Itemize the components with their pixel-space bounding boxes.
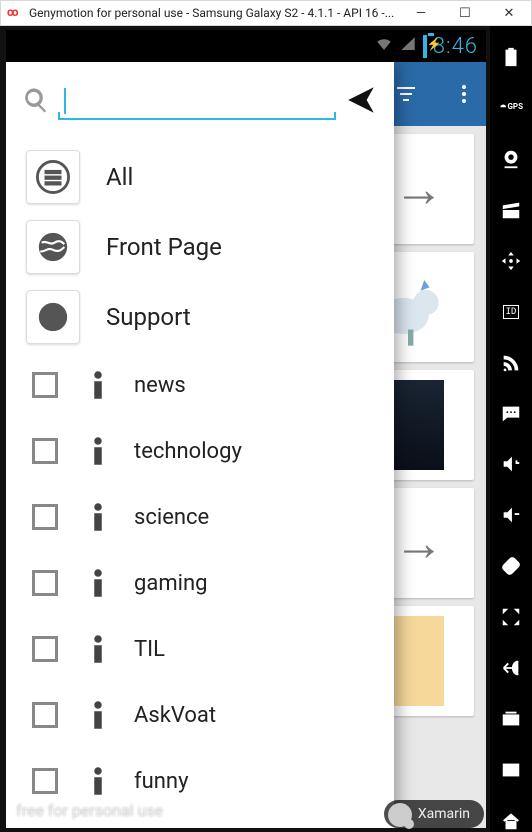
emulator-controls-rail: GPS ID <box>490 26 532 832</box>
id-icon[interactable]: ID <box>499 300 523 323</box>
drawer-item-label: funny <box>134 769 188 794</box>
window-minimize-button[interactable]: — <box>399 0 443 26</box>
drawer-item-label: Support <box>106 303 191 331</box>
checkbox[interactable] <box>32 504 58 530</box>
drawer-item-label: technology <box>134 439 242 464</box>
genymotion-icon: oo <box>7 5 23 21</box>
volume-up-icon[interactable] <box>499 453 523 476</box>
checkbox[interactable] <box>32 372 58 398</box>
drawer-item-label: AskVoat <box>134 703 216 728</box>
grid-icon <box>26 150 80 204</box>
window-titlebar: oo Genymotion for personal use - Samsung… <box>0 0 532 26</box>
dpad-icon[interactable] <box>499 250 523 273</box>
gps-icon[interactable]: GPS <box>499 97 523 120</box>
info-icon <box>88 436 108 466</box>
checkbox[interactable] <box>32 636 58 662</box>
checkbox[interactable] <box>32 768 58 794</box>
navigation-drawer: All Front Page Support news <box>6 62 394 828</box>
checkbox[interactable] <box>32 438 58 464</box>
drawer-item[interactable]: technology <box>6 418 394 484</box>
drawer-item-label: news <box>134 373 186 398</box>
android-back-icon[interactable] <box>499 657 523 680</box>
drawer-item[interactable]: TIL <box>6 616 394 682</box>
arrow-right-icon: → <box>394 160 444 219</box>
wheel-icon <box>26 290 80 344</box>
drawer-item[interactable]: gaming <box>6 550 394 616</box>
rotate-icon[interactable] <box>499 555 523 578</box>
info-icon <box>88 502 108 532</box>
battery-charging-icon: ⚡ <box>423 37 427 56</box>
drawer-item-label: TIL <box>134 637 165 662</box>
android-home-icon[interactable] <box>499 809 523 832</box>
android-multiwindow-icon[interactable] <box>499 758 523 781</box>
fullscreen-icon[interactable] <box>499 606 523 629</box>
drawer-item[interactable]: news <box>6 352 394 418</box>
battery-icon[interactable] <box>499 46 523 69</box>
webcam-icon[interactable] <box>499 148 523 171</box>
xamarin-badge: Xamarin <box>384 800 484 828</box>
info-icon <box>88 766 108 796</box>
android-recent-icon[interactable] <box>499 707 523 730</box>
window-title: Genymotion for personal use - Samsung Ga… <box>29 6 399 20</box>
search-icon <box>22 86 50 118</box>
volume-down-icon[interactable] <box>499 504 523 527</box>
drawer-list: All Front Page Support news <box>6 142 394 828</box>
wifi-icon <box>375 35 393 57</box>
globe-icon <box>26 220 80 274</box>
search-field-wrapper <box>58 80 336 124</box>
phone-screen: ⚡ 8:46 → → <box>6 30 486 828</box>
checkbox[interactable] <box>32 570 58 596</box>
clapper-icon[interactable] <box>499 199 523 222</box>
arrow-right-icon: → <box>394 514 444 573</box>
signal-icon <box>399 35 417 57</box>
filter-icon[interactable] <box>392 80 420 108</box>
search-row <box>6 62 394 142</box>
badge-label: Xamarin <box>418 806 470 822</box>
android-statusbar: ⚡ 8:46 <box>6 30 486 62</box>
drawer-item[interactable]: AskVoat <box>6 682 394 748</box>
info-icon <box>88 568 108 598</box>
drawer-item-label: gaming <box>134 571 207 596</box>
watermark-text: free for personal use <box>16 801 163 820</box>
input-underline <box>58 118 336 120</box>
checkbox[interactable] <box>32 702 58 728</box>
info-icon <box>88 634 108 664</box>
info-icon <box>88 700 108 730</box>
info-icon <box>88 370 108 400</box>
drawer-top-item-frontpage[interactable]: Front Page <box>6 212 394 282</box>
drawer-item-label: All <box>106 163 133 191</box>
drawer-item-label: Front Page <box>106 233 222 261</box>
drawer-item-label: science <box>134 505 209 530</box>
wechat-icon <box>388 803 412 827</box>
drawer-top-item-all[interactable]: All <box>6 142 394 212</box>
window-close-button[interactable]: ✕ <box>487 0 531 26</box>
drawer-item[interactable]: science <box>6 484 394 550</box>
device-frame: GPS ID ⚡ 8:46 → <box>0 26 532 832</box>
overflow-menu-icon[interactable] <box>450 80 478 108</box>
text-cursor <box>64 88 66 114</box>
rss-icon[interactable] <box>499 351 523 374</box>
window-maximize-button[interactable]: ☐ <box>443 0 487 26</box>
submit-search-icon[interactable] <box>344 83 378 121</box>
sms-icon[interactable] <box>499 402 523 425</box>
drawer-top-item-support[interactable]: Support <box>6 282 394 352</box>
